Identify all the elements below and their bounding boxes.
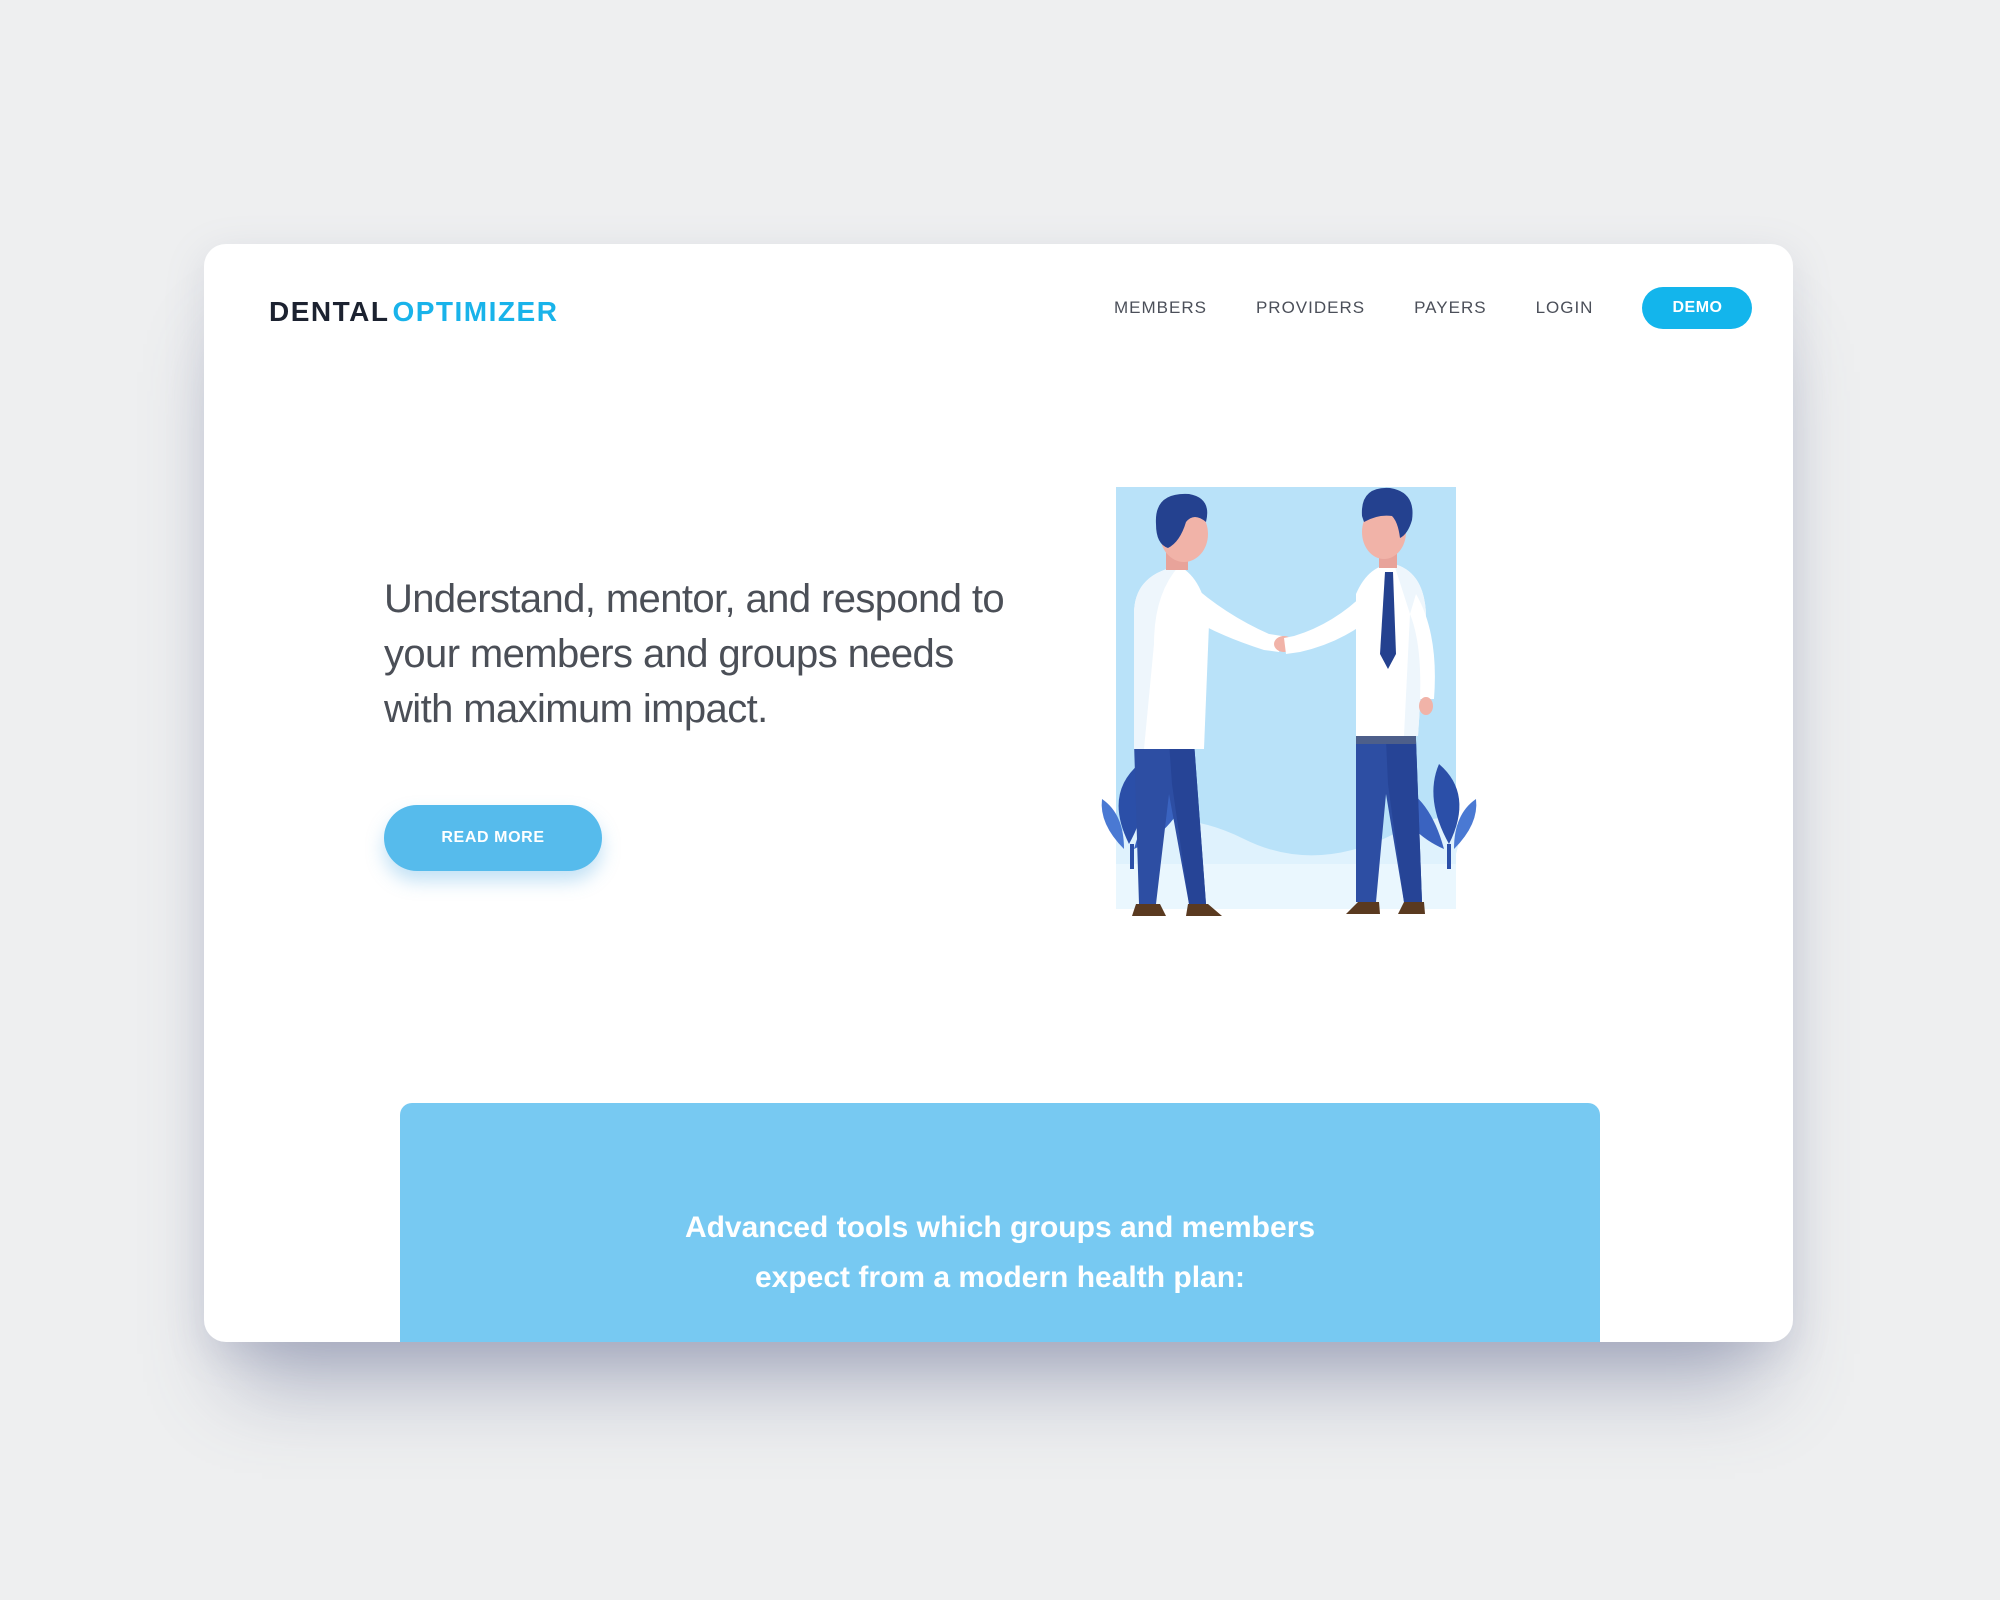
nav-item-login[interactable]: LOGIN bbox=[1536, 298, 1594, 318]
read-more-button[interactable]: READ MORE bbox=[384, 805, 602, 871]
nav-item-members[interactable]: MEMBERS bbox=[1114, 298, 1207, 318]
feature-heading-line1: Advanced tools which groups and members bbox=[684, 1211, 1316, 1244]
demo-button[interactable]: DEMO bbox=[1642, 287, 1753, 329]
nav-item-providers[interactable]: PROVIDERS bbox=[1256, 298, 1365, 318]
hero-headline: Understand, mentor, and respond to your … bbox=[384, 577, 1005, 731]
logo-text-dental: DENTAL bbox=[269, 296, 390, 327]
main-nav: MEMBERS PROVIDERS PAYERS LOGIN DEMO bbox=[1114, 287, 1753, 329]
feature-heading: Advanced tools which groups and members … bbox=[400, 1203, 1600, 1303]
handshake-illustration bbox=[1101, 487, 1477, 916]
page-card: DENTAL OPTIMIZER MEMBERS PROVIDERS PAYERS… bbox=[204, 244, 1793, 1342]
feature-banner: Advanced tools which groups and members … bbox=[400, 1103, 1600, 1342]
feature-heading-line2: expect from a modern health plan: bbox=[754, 1261, 1246, 1294]
logo-text-optimizer: OPTIMIZER bbox=[392, 296, 559, 327]
nav-item-payers[interactable]: PAYERS bbox=[1414, 298, 1486, 318]
logo[interactable]: DENTAL OPTIMIZER bbox=[269, 296, 558, 328]
